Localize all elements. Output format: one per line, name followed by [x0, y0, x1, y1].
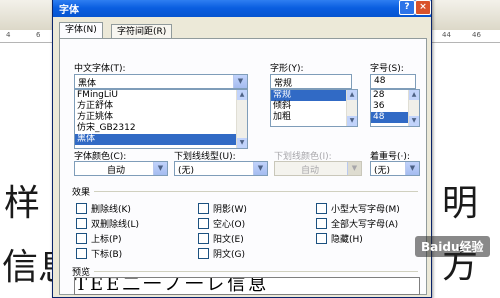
checkbox-box[interactable]: [316, 203, 327, 214]
checkbox-small-caps[interactable]: 小型大写字母(M): [316, 202, 400, 215]
checkbox-box[interactable]: [198, 248, 209, 259]
checkbox-label: 空心(O): [213, 220, 246, 230]
checkbox-box[interactable]: [316, 218, 327, 229]
font-style-value: 常规: [274, 79, 293, 89]
checkbox-box[interactable]: [76, 203, 87, 214]
checkbox-label: 阳文(E): [213, 235, 244, 245]
list-item[interactable]: 方正舒体: [75, 101, 247, 112]
checkbox-box[interactable]: [316, 233, 327, 244]
emphasis-select[interactable]: (无) ▼: [370, 161, 420, 176]
font-size-input[interactable]: 48: [370, 74, 416, 89]
list-item[interactable]: FMingLiU: [75, 90, 247, 101]
underline-color-value: 自动: [301, 166, 320, 176]
checkbox-shadow[interactable]: 阴影(W): [198, 202, 247, 215]
font-size-list[interactable]: 28 36 48 ▲ ▼: [370, 89, 420, 127]
scroll-up-icon[interactable]: ▲: [347, 90, 357, 100]
checkbox-label: 双删除线(L): [91, 220, 140, 230]
chevron-down-icon[interactable]: ▼: [253, 162, 267, 175]
checkbox-box[interactable]: [198, 203, 209, 214]
chinese-font-input[interactable]: 黑体 ▼: [74, 74, 248, 89]
chinese-font-value: 黑体: [78, 79, 97, 89]
font-size-label: 字号(S):: [370, 64, 404, 74]
scrollbar[interactable]: ▲ ▼: [346, 90, 357, 126]
font-tab-panel: 中文字体(T): 黑体 ▼ FMingLiU 方正舒体 方正姚体 仿宋_GB23…: [59, 38, 427, 295]
list-item-selected[interactable]: 黑体: [75, 134, 247, 145]
chevron-down-icon: ▼: [347, 162, 361, 175]
tab-character-spacing[interactable]: 字符间距(R): [111, 24, 173, 39]
checkbox-label: 小型大写字母(M): [331, 205, 400, 215]
chevron-down-icon[interactable]: ▼: [153, 162, 167, 175]
checkbox-emboss[interactable]: 阳文(E): [198, 232, 244, 245]
font-color-value: 自动: [107, 166, 126, 176]
list-item[interactable]: 加粗: [271, 112, 357, 123]
checkbox-label: 删除线(K): [91, 205, 131, 215]
emphasis-value: (无): [374, 166, 391, 176]
font-style-label: 字形(Y):: [270, 64, 304, 74]
checkbox-label: 下标(B): [91, 250, 123, 260]
scroll-up-icon[interactable]: ▲: [237, 90, 247, 100]
list-item[interactable]: 仿宋_GB2312: [75, 123, 247, 134]
tab-font[interactable]: 字体(N): [59, 22, 103, 39]
font-size-value: 48: [374, 76, 386, 86]
ruler-tick: 6: [36, 31, 41, 39]
close-button[interactable]: ×: [415, 0, 431, 15]
preview-text: TEE二一ノ一レ信息: [75, 277, 270, 295]
scrollbar[interactable]: ▲ ▼: [408, 90, 419, 126]
checkbox-label: 全部大写字母(A): [331, 220, 399, 230]
ruler-tick: 44: [442, 31, 451, 39]
checkbox-box[interactable]: [76, 218, 87, 229]
font-color-select[interactable]: 自动 ▼: [74, 161, 168, 176]
dialog-titlebar[interactable]: 字体 ? ×: [53, 0, 431, 17]
font-style-input[interactable]: 常规: [270, 74, 352, 89]
divider: [94, 191, 418, 192]
checkbox-all-caps[interactable]: 全部大写字母(A): [316, 217, 398, 230]
checkbox-box[interactable]: [198, 218, 209, 229]
ruler-tick: 4: [6, 31, 11, 39]
dialog-title: 字体: [59, 5, 79, 16]
list-item[interactable]: 倾斜: [271, 101, 357, 112]
checkbox-label: 上标(P): [91, 235, 122, 245]
font-style-list[interactable]: 常规 倾斜 加粗 ▲ ▼: [270, 89, 358, 127]
underline-style-value: (无): [178, 166, 195, 176]
checkbox-subscript[interactable]: 下标(B): [76, 247, 122, 260]
ruler-tick: 46: [472, 31, 481, 39]
checkbox-box[interactable]: [76, 248, 87, 259]
list-item[interactable]: 方正姚体: [75, 112, 247, 123]
chinese-font-list[interactable]: FMingLiU 方正舒体 方正姚体 仿宋_GB2312 黑体 ▲ ▼: [74, 89, 248, 149]
underline-color-select: 自动 ▼: [274, 161, 362, 176]
scroll-down-icon[interactable]: ▼: [347, 116, 357, 126]
doc-text-left: 样: [4, 183, 41, 224]
chevron-down-icon[interactable]: ▼: [405, 162, 419, 175]
scrollbar[interactable]: ▲ ▼: [236, 90, 247, 148]
checkbox-label: 阴影(W): [213, 205, 247, 215]
checkbox-box[interactable]: [198, 233, 209, 244]
checkbox-strikethrough[interactable]: 删除线(K): [76, 202, 131, 215]
chinese-font-label: 中文字体(T):: [74, 64, 126, 74]
checkbox-double-strikethrough[interactable]: 双删除线(L): [76, 217, 139, 230]
checkbox-engrave[interactable]: 阴文(G): [198, 247, 245, 260]
baidu-watermark: Baidu经验: [415, 236, 490, 257]
underline-style-select[interactable]: (无) ▼: [174, 161, 268, 176]
doc-text-right: 明: [442, 183, 479, 224]
chevron-down-icon[interactable]: ▼: [233, 75, 247, 88]
checkbox-hidden[interactable]: 隐藏(H): [316, 232, 363, 245]
scroll-up-icon[interactable]: ▲: [409, 90, 419, 100]
checkbox-outline[interactable]: 空心(O): [198, 217, 245, 230]
effects-label: 效果: [72, 188, 91, 198]
list-item-selected[interactable]: 常规: [271, 90, 357, 101]
checkbox-box[interactable]: [76, 233, 87, 244]
scroll-down-icon[interactable]: ▼: [237, 138, 247, 148]
divider: [94, 271, 418, 272]
checkbox-label: 阴文(G): [213, 250, 245, 260]
help-button[interactable]: ?: [399, 0, 415, 15]
scroll-down-icon[interactable]: ▼: [409, 116, 419, 126]
font-dialog: 字体 ? × 字体(N) 字符间距(R) 中文字体(T): 黑体 ▼ FMing…: [52, 0, 432, 298]
preview-box: TEE二一ノ一レ信息: [74, 277, 420, 295]
checkbox-superscript[interactable]: 上标(P): [76, 232, 121, 245]
checkbox-label: 隐藏(H): [331, 235, 363, 245]
